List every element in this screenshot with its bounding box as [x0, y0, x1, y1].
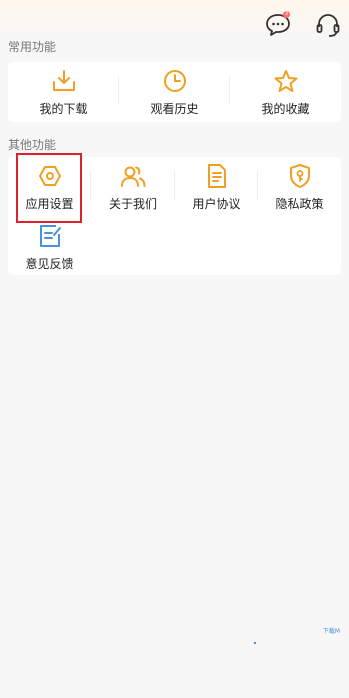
shield-icon	[289, 164, 310, 188]
headset-icon	[316, 14, 340, 37]
highlight-box	[16, 153, 82, 223]
about-us-item[interactable]: 关于我们	[91, 157, 175, 217]
message-button[interactable]: 3	[265, 11, 291, 38]
privacy-policy-label: 隐私政策	[275, 197, 324, 211]
privacy-policy-item[interactable]: 隐私政策	[258, 157, 341, 217]
user-agreement-label: 用户协议	[192, 197, 241, 211]
about-us-label: 关于我们	[108, 197, 157, 211]
clock-icon	[163, 70, 186, 92]
feedback-label: 意见反馈	[25, 257, 74, 271]
common-functions-card: 我的下载 观看历史 我的收藏	[8, 62, 341, 122]
common-functions-title: 常用功能	[8, 40, 57, 54]
message-badge: 3	[283, 11, 290, 18]
star-icon	[274, 70, 297, 92]
my-favorites-label: 我的收藏	[261, 102, 310, 116]
download-icon	[52, 70, 75, 91]
header-actions: 3	[265, 11, 341, 38]
watch-history-label: 观看历史	[150, 102, 199, 116]
dot-mark	[254, 642, 256, 644]
watch-history-item[interactable]: 观看历史	[119, 62, 230, 122]
my-downloads-label: 我的下载	[39, 102, 88, 116]
user-agreement-item[interactable]: 用户协议	[175, 157, 258, 217]
my-favorites-item[interactable]: 我的收藏	[230, 62, 341, 122]
feedback-item[interactable]: 意见反馈	[8, 217, 91, 275]
my-downloads-item[interactable]: 我的下载	[8, 62, 119, 122]
watermark-text: 下载M	[322, 628, 340, 635]
users-icon	[121, 166, 146, 187]
other-functions-title: 其他功能	[8, 138, 57, 152]
feedback-icon	[39, 225, 61, 247]
document-icon	[207, 164, 226, 188]
customer-service-button[interactable]	[315, 12, 341, 38]
